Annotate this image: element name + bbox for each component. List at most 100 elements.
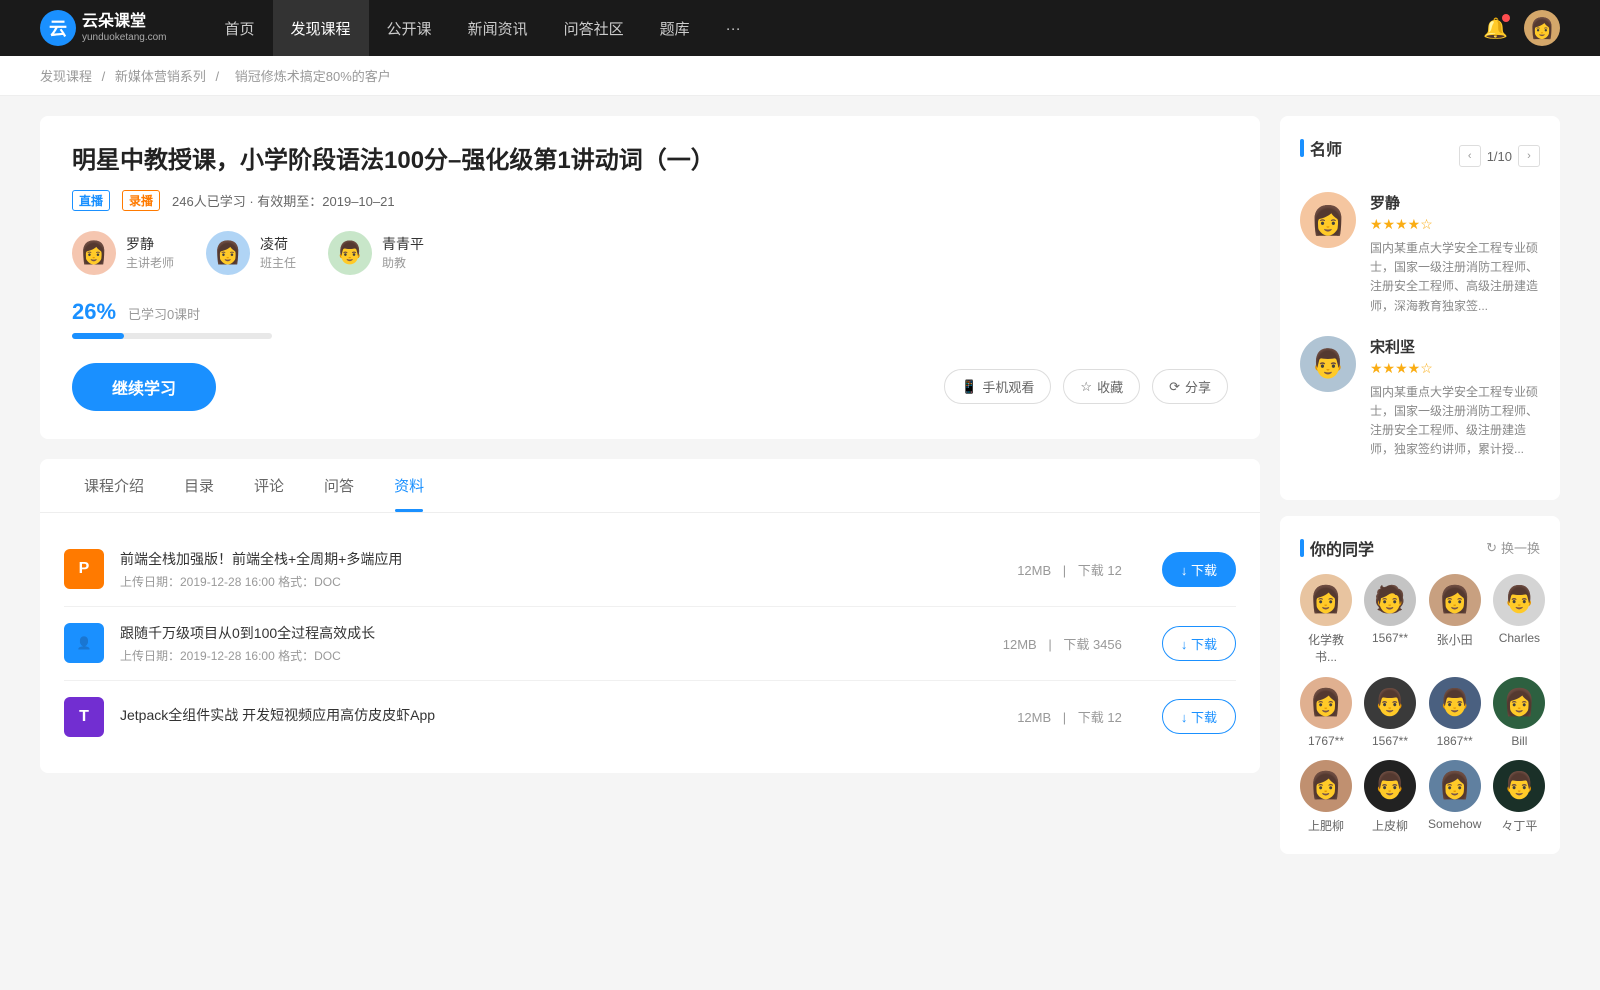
teacher-info-2: 宋利坚 ★★★★☆ 国内某重点大学安全工程专业硕士，国家一级注册消防工程师、注册… [1370, 336, 1540, 460]
refresh-icon: ↻ [1486, 540, 1497, 556]
resource-date-1: 上传日期：2019-12-28 16:00 格式：DOC [120, 573, 977, 590]
resource-name-1: 前端全栈加强版！前端全栈+全周期+多端应用 [120, 549, 977, 569]
classmate-item-8: 👩 上肥柳 [1300, 760, 1352, 834]
classmate-name-1: 1567** [1372, 631, 1408, 645]
tab-resources[interactable]: 资料 [374, 459, 444, 512]
breadcrumb-link-2[interactable]: 新媒体营销系列 [115, 69, 206, 84]
classmate-name-11: 々丁平 [1501, 817, 1537, 834]
nav-quiz[interactable]: 题库 [642, 0, 708, 56]
navbar: 云 云朵课堂 yunduoketang.com 首页 发现课程 公开课 新闻资讯… [0, 0, 1600, 56]
prev-teacher-btn[interactable]: ‹ [1459, 145, 1481, 167]
teachers-card-header: 名师 ‹ 1/10 › [1300, 136, 1540, 176]
tab-toc[interactable]: 目录 [164, 459, 234, 512]
resource-sep-2: | [1048, 637, 1055, 652]
tab-intro[interactable]: 课程介绍 [64, 459, 164, 512]
resource-size-1: 12MB [1017, 563, 1051, 578]
progress-label: 已学习0课时 [128, 307, 200, 322]
classmate-item-0: 👩 化学教书... [1300, 574, 1352, 665]
star-icon: ☆ [1080, 379, 1092, 395]
next-teacher-btn[interactable]: › [1518, 145, 1540, 167]
teacher-avatar-1: 👩 [1300, 192, 1356, 248]
share-button[interactable]: ⟳ 分享 [1152, 369, 1228, 404]
classmate-avatar-9: 👨 [1364, 760, 1416, 812]
pagination-ctrl: ‹ 1/10 › [1459, 145, 1540, 167]
nav-home[interactable]: 首页 [207, 0, 273, 56]
tab-review[interactable]: 评论 [234, 459, 304, 512]
progress-bar-fill [72, 333, 124, 339]
instructor-avatar-1: 👩 [72, 231, 116, 275]
badge-live: 直播 [72, 190, 110, 211]
instructor-name-2: 凌荷 [260, 234, 296, 254]
resource-info-1: 前端全栈加强版！前端全栈+全周期+多端应用 上传日期：2019-12-28 16… [120, 549, 977, 590]
refresh-label: 换一换 [1501, 538, 1540, 557]
instructor-role-1: 主讲老师 [126, 254, 174, 271]
instructor-name-3: 青青平 [382, 234, 424, 254]
resource-item-1: P 前端全栈加强版！前端全栈+全周期+多端应用 上传日期：2019-12-28 … [64, 533, 1236, 607]
resource-downloads-1: 下载 12 [1078, 563, 1122, 578]
progress-bar-bg [72, 333, 272, 339]
resource-sep-3: | [1063, 710, 1070, 725]
instructor-info-2: 凌荷 班主任 [260, 234, 296, 271]
classmate-name-6: 1867** [1437, 734, 1473, 748]
refresh-classmates-btn[interactable]: ↻ 换一换 [1486, 538, 1540, 557]
classmates-grid: 👩 化学教书... 🧑 1567** 👩 张小田 👨 Charles 👩 [1300, 574, 1540, 834]
breadcrumb-link-1[interactable]: 发现课程 [40, 69, 92, 84]
tabs-card: 课程介绍 目录 评论 问答 资料 P 前端全栈加强版！前端全栈+全周期+多端应用… [40, 459, 1260, 773]
teacher-item-2: 👨 宋利坚 ★★★★☆ 国内某重点大学安全工程专业硕士，国家一级注册消防工程师、… [1300, 336, 1540, 460]
resource-name-2: 跟随千万级项目从0到100全过程高效成长 [120, 623, 963, 643]
bell-dot [1502, 14, 1510, 22]
instructor-1: 👩 罗静 主讲老师 [72, 231, 174, 275]
phone-view-label: 手机观看 [982, 377, 1034, 396]
user-avatar-nav[interactable]: 👩 [1524, 10, 1560, 46]
progress-section: 26% 已学习0课时 [72, 299, 1228, 339]
teacher-avatar-2: 👨 [1300, 336, 1356, 392]
download-button-3[interactable]: ↓ 下载 [1162, 699, 1236, 734]
teacher-name-2: 宋利坚 [1370, 336, 1540, 357]
nav-more[interactable]: ··· [708, 0, 759, 56]
nav-news[interactable]: 新闻资讯 [450, 0, 546, 56]
resource-stats-1: 12MB | 下载 12 [1013, 560, 1126, 579]
progress-pct: 26% [72, 299, 116, 324]
bell-icon[interactable]: 🔔 [1483, 16, 1508, 41]
nav-qa[interactable]: 问答社区 [546, 0, 642, 56]
classmate-item-11: 👨 々丁平 [1493, 760, 1545, 834]
classmates-card: 你的同学 ↻ 换一换 👩 化学教书... 🧑 1567** 👩 张小田 [1280, 516, 1560, 854]
nav-right: 🔔 👩 [1483, 10, 1560, 46]
continue-button[interactable]: 继续学习 [72, 363, 216, 411]
logo[interactable]: 云 云朵课堂 yunduoketang.com [40, 10, 167, 46]
resource-stats-3: 12MB | 下载 12 [1013, 707, 1126, 726]
download-button-2[interactable]: ↓ 下载 [1162, 626, 1236, 661]
classmate-avatar-11: 👨 [1493, 760, 1545, 812]
share-icon: ⟳ [1169, 379, 1180, 395]
classmate-item-9: 👨 上皮柳 [1364, 760, 1416, 834]
nav-open[interactable]: 公开课 [369, 0, 450, 56]
classmate-avatar-7: 👩 [1493, 677, 1545, 729]
classmate-item-3: 👨 Charles [1493, 574, 1545, 665]
classmate-item-6: 👨 1867** [1428, 677, 1481, 748]
phone-view-button[interactable]: 📱 手机观看 [944, 369, 1051, 404]
instructor-3: 👨 青青平 助教 [328, 231, 424, 275]
logo-text: 云朵课堂 yunduoketang.com [82, 12, 167, 43]
badge-record: 录播 [122, 190, 160, 211]
classmate-name-0: 化学教书... [1300, 631, 1352, 665]
download-button-1[interactable]: ↓ 下载 [1162, 552, 1236, 587]
instructor-avatar-3: 👨 [328, 231, 372, 275]
nav-discover[interactable]: 发现课程 [273, 0, 369, 56]
teacher-info-1: 罗静 ★★★★☆ 国内某重点大学安全工程专业硕士，国家一级注册消防工程师、注册安… [1370, 192, 1540, 316]
classmate-name-9: 上皮柳 [1372, 817, 1408, 834]
classmate-avatar-8: 👩 [1300, 760, 1352, 812]
sidebar: 名师 ‹ 1/10 › 👩 罗静 ★★★★☆ 国内某重点大学安全工程专业硕士，国… [1280, 116, 1560, 870]
teacher-item-1: 👩 罗静 ★★★★☆ 国内某重点大学安全工程专业硕士，国家一级注册消防工程师、注… [1300, 192, 1540, 316]
course-actions: 继续学习 📱 手机观看 ☆ 收藏 ⟳ 分享 [72, 363, 1228, 411]
course-meta-text: 246人已学习 · 有效期至：2019–10–21 [172, 191, 395, 210]
classmate-avatar-4: 👩 [1300, 677, 1352, 729]
instructors: 👩 罗静 主讲老师 👩 凌荷 班主任 👨 青青平 [72, 231, 1228, 275]
instructor-role-2: 班主任 [260, 254, 296, 271]
teachers-card: 名师 ‹ 1/10 › 👩 罗静 ★★★★☆ 国内某重点大学安全工程专业硕士，国… [1280, 116, 1560, 500]
tab-qa[interactable]: 问答 [304, 459, 374, 512]
teacher-name-1: 罗静 [1370, 192, 1540, 213]
resource-icon-2: 👤 [64, 623, 104, 663]
teacher-desc-1: 国内某重点大学安全工程专业硕士，国家一级注册消防工程师、注册安全工程师、高级注册… [1370, 239, 1540, 316]
favorite-button[interactable]: ☆ 收藏 [1063, 369, 1140, 404]
resource-icon-1: P [64, 549, 104, 589]
